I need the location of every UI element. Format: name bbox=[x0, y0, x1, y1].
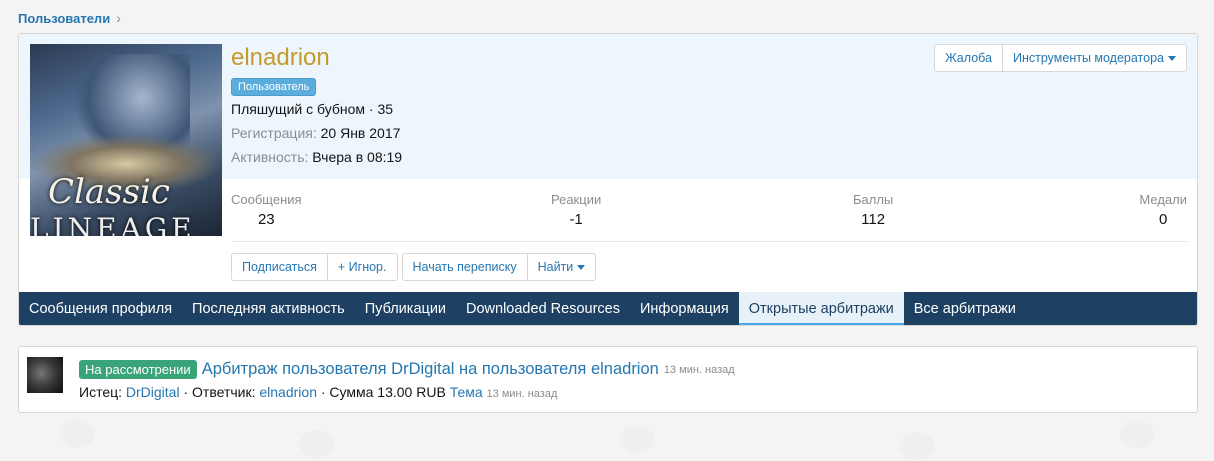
amount-text: · Сумма 13.00 RUB bbox=[320, 384, 446, 400]
timestamp: 13 мин. назад bbox=[663, 363, 735, 376]
stat-value: 112 bbox=[861, 211, 886, 228]
breadcrumb: Пользователи › bbox=[18, 10, 121, 26]
arbitration-meta: Истец: DrDigital · Ответчик: elnadrion ·… bbox=[79, 384, 557, 400]
respondent-link[interactable]: elnadrion bbox=[259, 384, 317, 400]
role-badge: Пользователь bbox=[231, 78, 317, 96]
tab-about[interactable]: Информация bbox=[630, 292, 739, 325]
stat-label: Реакции bbox=[551, 192, 602, 207]
plaintiff-label: Истец: bbox=[79, 384, 123, 400]
profile-tabs: Сообщения профиля Последняя активность П… bbox=[19, 292, 1197, 325]
background-pattern bbox=[900, 432, 934, 460]
background-pattern bbox=[60, 420, 94, 448]
timestamp: 13 мин. назад bbox=[486, 388, 558, 400]
stat-label: Сообщения bbox=[231, 192, 302, 207]
background-pattern bbox=[300, 430, 334, 458]
start-conversation-button[interactable]: Начать переписку bbox=[401, 253, 528, 281]
stat-value: 0 bbox=[1159, 211, 1168, 228]
arbitration-title-row: На рассмотрении Арбитраж пользователя Dr… bbox=[79, 360, 735, 379]
ignore-button[interactable]: + Игнор. bbox=[327, 253, 398, 281]
tab-all-arbitrations[interactable]: Все арбитражи bbox=[904, 292, 1026, 325]
member-stats: Сообщения 23 Реакции -1 Баллы 112 Медали… bbox=[231, 192, 1187, 242]
tab-open-arbitrations[interactable]: Открытые арбитражи bbox=[738, 292, 904, 325]
stat-value: 23 bbox=[257, 211, 275, 228]
registration-value: 20 Янв 2017 bbox=[320, 125, 401, 141]
follow-button[interactable]: Подписаться bbox=[231, 253, 328, 281]
follow-ignore-group: Подписаться + Игнор. bbox=[231, 253, 398, 281]
activity-value[interactable]: Вчера в 08:19 bbox=[312, 149, 402, 165]
moderator-tools-button[interactable]: Инструменты модератора bbox=[1002, 44, 1187, 72]
thread-link[interactable]: Тема bbox=[450, 384, 483, 400]
member-header: Classic LINEAGE elnadrion Пользователь П… bbox=[18, 33, 1198, 326]
plaintiff-link[interactable]: DrDigital bbox=[126, 384, 180, 400]
arbitration-title-link[interactable]: Арбитраж пользователя DrDigital на польз… bbox=[202, 360, 659, 379]
stat-label: Баллы bbox=[853, 192, 894, 207]
avatar[interactable]: Classic LINEAGE bbox=[30, 44, 222, 236]
report-button[interactable]: Жалоба bbox=[934, 44, 1003, 72]
conversation-find-group: Начать переписку Найти bbox=[401, 253, 597, 281]
caret-down-icon bbox=[577, 264, 586, 270]
tab-latest-activity[interactable]: Последняя активность bbox=[182, 292, 355, 325]
stat-value: -1 bbox=[569, 211, 583, 228]
tab-profile-posts[interactable]: Сообщения профиля bbox=[19, 292, 182, 325]
registration-label: Регистрация: bbox=[231, 125, 317, 141]
avatar-text: Classic bbox=[48, 172, 170, 212]
avatar-text: LINEAGE bbox=[30, 212, 196, 236]
find-label: Найти bbox=[537, 260, 574, 274]
tab-postings[interactable]: Публикации bbox=[355, 292, 456, 325]
header-button-group: Жалоба Инструменты модератора bbox=[934, 44, 1187, 72]
stat-messages[interactable]: Сообщения 23 bbox=[231, 192, 302, 228]
registration-line: Регистрация: 20 Янв 2017 bbox=[231, 125, 400, 141]
status-badge: На рассмотрении bbox=[79, 360, 197, 379]
user-title: Пляшущий с бубном · 35 bbox=[231, 101, 394, 117]
chevron-right-icon: › bbox=[116, 10, 121, 26]
activity-label: Активность: bbox=[231, 149, 309, 165]
moderator-tools-label: Инструменты модератора bbox=[1012, 51, 1164, 65]
member-actions: Подписаться + Игнор. Начать переписку На… bbox=[231, 253, 597, 281]
background-pattern bbox=[620, 425, 654, 453]
tab-downloaded-resources[interactable]: Downloaded Resources bbox=[456, 292, 630, 325]
respondent-label: · Ответчик: bbox=[183, 384, 256, 400]
stat-points[interactable]: Баллы 112 bbox=[853, 192, 893, 228]
activity-line: Активность: Вчера в 08:19 bbox=[231, 149, 402, 165]
avatar[interactable] bbox=[27, 357, 63, 393]
find-button[interactable]: Найти bbox=[527, 253, 597, 281]
arbitration-list-item: На рассмотрении Арбитраж пользователя Dr… bbox=[18, 346, 1198, 413]
background-pattern bbox=[1120, 420, 1154, 448]
stat-medals[interactable]: Медали 0 bbox=[1139, 192, 1187, 228]
username: elnadrion bbox=[231, 44, 330, 71]
caret-down-icon bbox=[1168, 55, 1176, 61]
stat-reactions[interactable]: Реакции -1 bbox=[551, 192, 601, 228]
stat-label: Медали bbox=[1139, 192, 1187, 207]
breadcrumb-link-users[interactable]: Пользователи bbox=[18, 11, 110, 26]
